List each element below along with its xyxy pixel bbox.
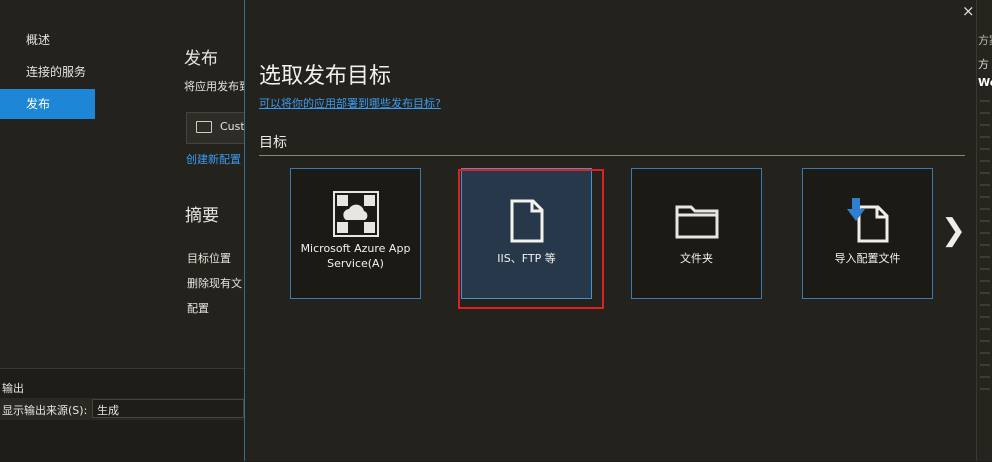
right-strip-text-1: 方案 xyxy=(978,34,992,47)
output-source-value: 生成 xyxy=(97,404,119,417)
output-source-row: 显示输出来源(S): 生成 xyxy=(0,398,244,420)
publish-description: 将应用发布到 xyxy=(184,80,244,93)
publish-background-panel: 发布 将应用发布到 Cust 创建新配置 摘要 目标位置 删除现有文 配置 xyxy=(182,0,244,370)
folder-icon xyxy=(196,121,212,133)
right-strip-text-3: We xyxy=(978,76,992,89)
summary-delete-existing: 删除现有文 xyxy=(187,277,242,290)
solution-explorer-strip: 方案 方 We xyxy=(976,0,992,461)
summary-target-location: 目标位置 xyxy=(187,252,231,265)
import-profile-icon xyxy=(803,197,932,243)
dialog-title: 选取发布目标 xyxy=(259,64,392,89)
targets-section-label: 目标 xyxy=(259,135,287,151)
tile-label: Microsoft Azure App Service(A) xyxy=(300,242,411,270)
nav-item-connected-services[interactable]: 连接的服务 xyxy=(0,57,95,87)
help-link[interactable]: 可以将你的应用部署到哪些发布目标? xyxy=(259,95,441,111)
profile-dropdown[interactable]: Cust xyxy=(186,112,244,144)
summary-configuration: 配置 xyxy=(187,302,209,315)
output-source-select[interactable]: 生成 xyxy=(92,399,244,418)
tile-label: 文件夹 xyxy=(680,252,713,265)
output-source-label: 显示输出来源(S): xyxy=(2,404,88,417)
tile-label: 导入配置文件 xyxy=(834,252,901,265)
output-panel: 输出 显示输出来源(S): 生成 xyxy=(0,368,244,462)
folder-icon xyxy=(632,203,761,239)
publish-target-dialog: 选取发布目标 可以将你的应用部署到哪些发布目标? 目标 Microsoft Az… xyxy=(244,0,976,461)
tile-azure-app-service[interactable]: Microsoft Azure App Service(A) xyxy=(290,168,421,299)
tile-folder[interactable]: 文件夹 xyxy=(631,168,762,299)
profile-value: Cust xyxy=(220,120,244,133)
tile-import-profile[interactable]: 导入配置文件 xyxy=(802,168,933,299)
nav-item-publish[interactable]: 发布 xyxy=(0,89,95,119)
publish-heading: 发布 xyxy=(184,49,218,69)
selection-highlight xyxy=(458,169,604,309)
nav-item-overview[interactable]: 概述 xyxy=(0,25,95,55)
tree-lines xyxy=(980,100,990,400)
next-page-icon[interactable]: ❯ xyxy=(941,216,966,246)
section-divider xyxy=(259,155,965,156)
left-navigation: 概述 连接的服务 发布 发布 将应用发布到 Cust 创建新配置 摘要 目标位置… xyxy=(0,0,244,462)
output-title: 输出 xyxy=(2,382,24,395)
azure-app-service-icon xyxy=(291,191,420,237)
close-button[interactable]: × xyxy=(962,2,975,20)
right-strip-text-2: 方 xyxy=(978,58,989,71)
summary-heading: 摘要 xyxy=(185,206,219,226)
create-profile-link[interactable]: 创建新配置 xyxy=(186,151,241,167)
